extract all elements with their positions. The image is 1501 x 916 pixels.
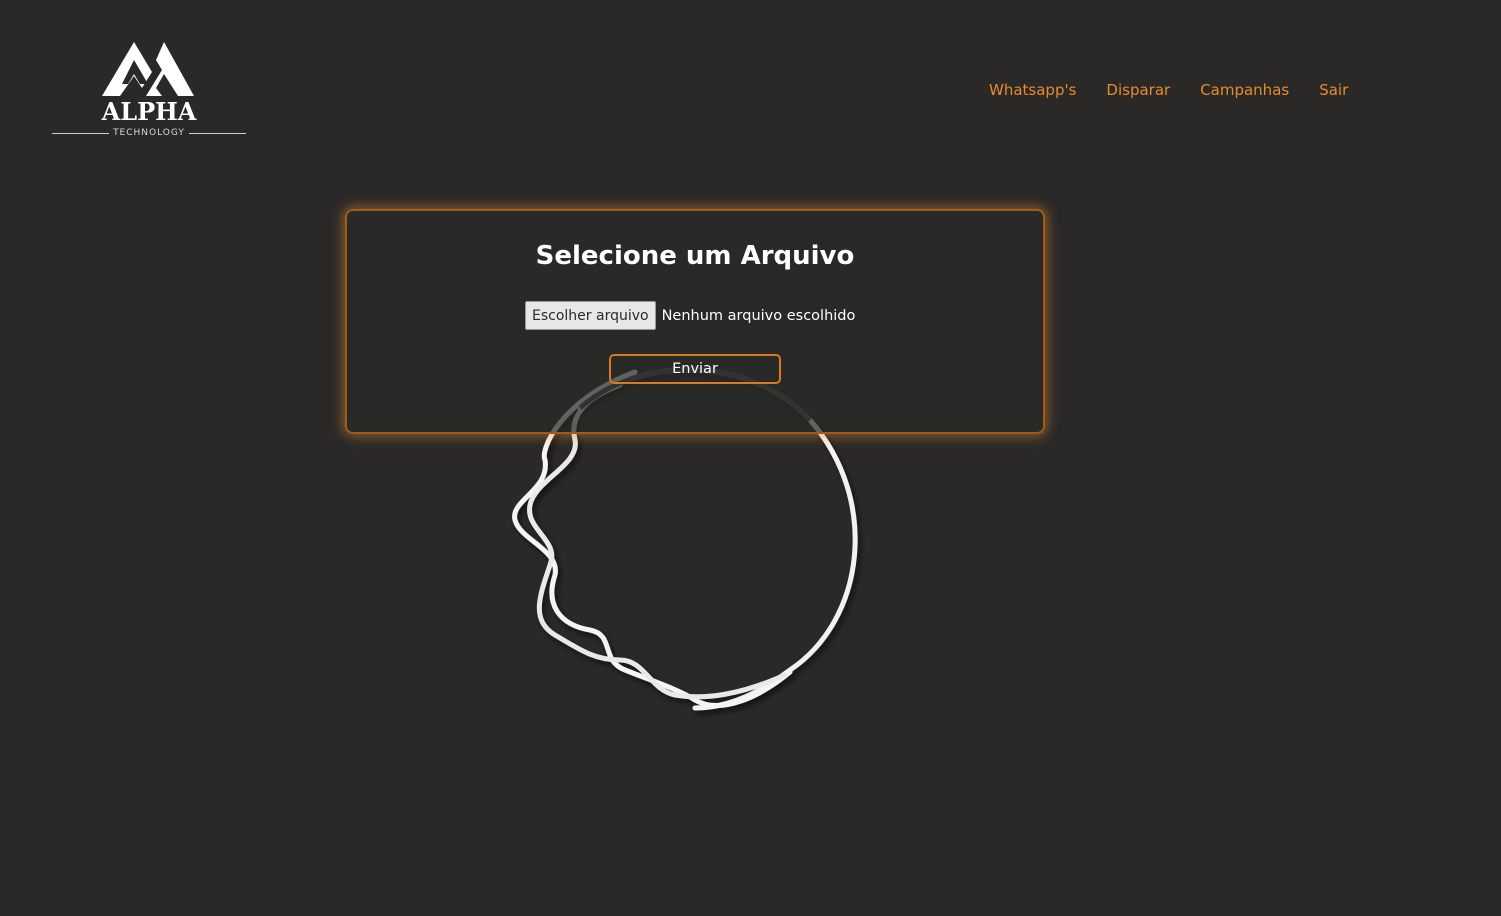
nav-item-disparar[interactable]: Disparar [1106, 78, 1170, 102]
brand-name: ALPHA [101, 97, 197, 126]
choose-file-button[interactable]: Escolher arquivo [525, 301, 656, 330]
nav-item-campanhas[interactable]: Campanhas [1200, 78, 1289, 102]
nav-item-sair[interactable]: Sair [1319, 78, 1348, 102]
nav-item-whatsapps[interactable]: Whatsapp's [989, 78, 1076, 102]
alpha-mountain-icon [102, 42, 194, 96]
upload-title: Selecione um Arquivo [535, 241, 855, 271]
page: ALPHA TECHNOLOGY Whatsapp's Disparar Cam… [0, 0, 1501, 916]
brand-logo[interactable]: ALPHA TECHNOLOGY [52, 38, 246, 142]
upload-card: Selecione um Arquivo Escolher arquivo Ne… [345, 209, 1045, 434]
submit-button[interactable]: Enviar [609, 354, 781, 384]
file-status-text: Nenhum arquivo escolhido [661, 307, 856, 324]
brand-tagline: TECHNOLOGY [52, 127, 246, 139]
main-nav: Whatsapp's Disparar Campanhas Sair [989, 78, 1348, 102]
file-input[interactable]: Escolher arquivo Nenhum arquivo escolhid… [525, 301, 855, 330]
